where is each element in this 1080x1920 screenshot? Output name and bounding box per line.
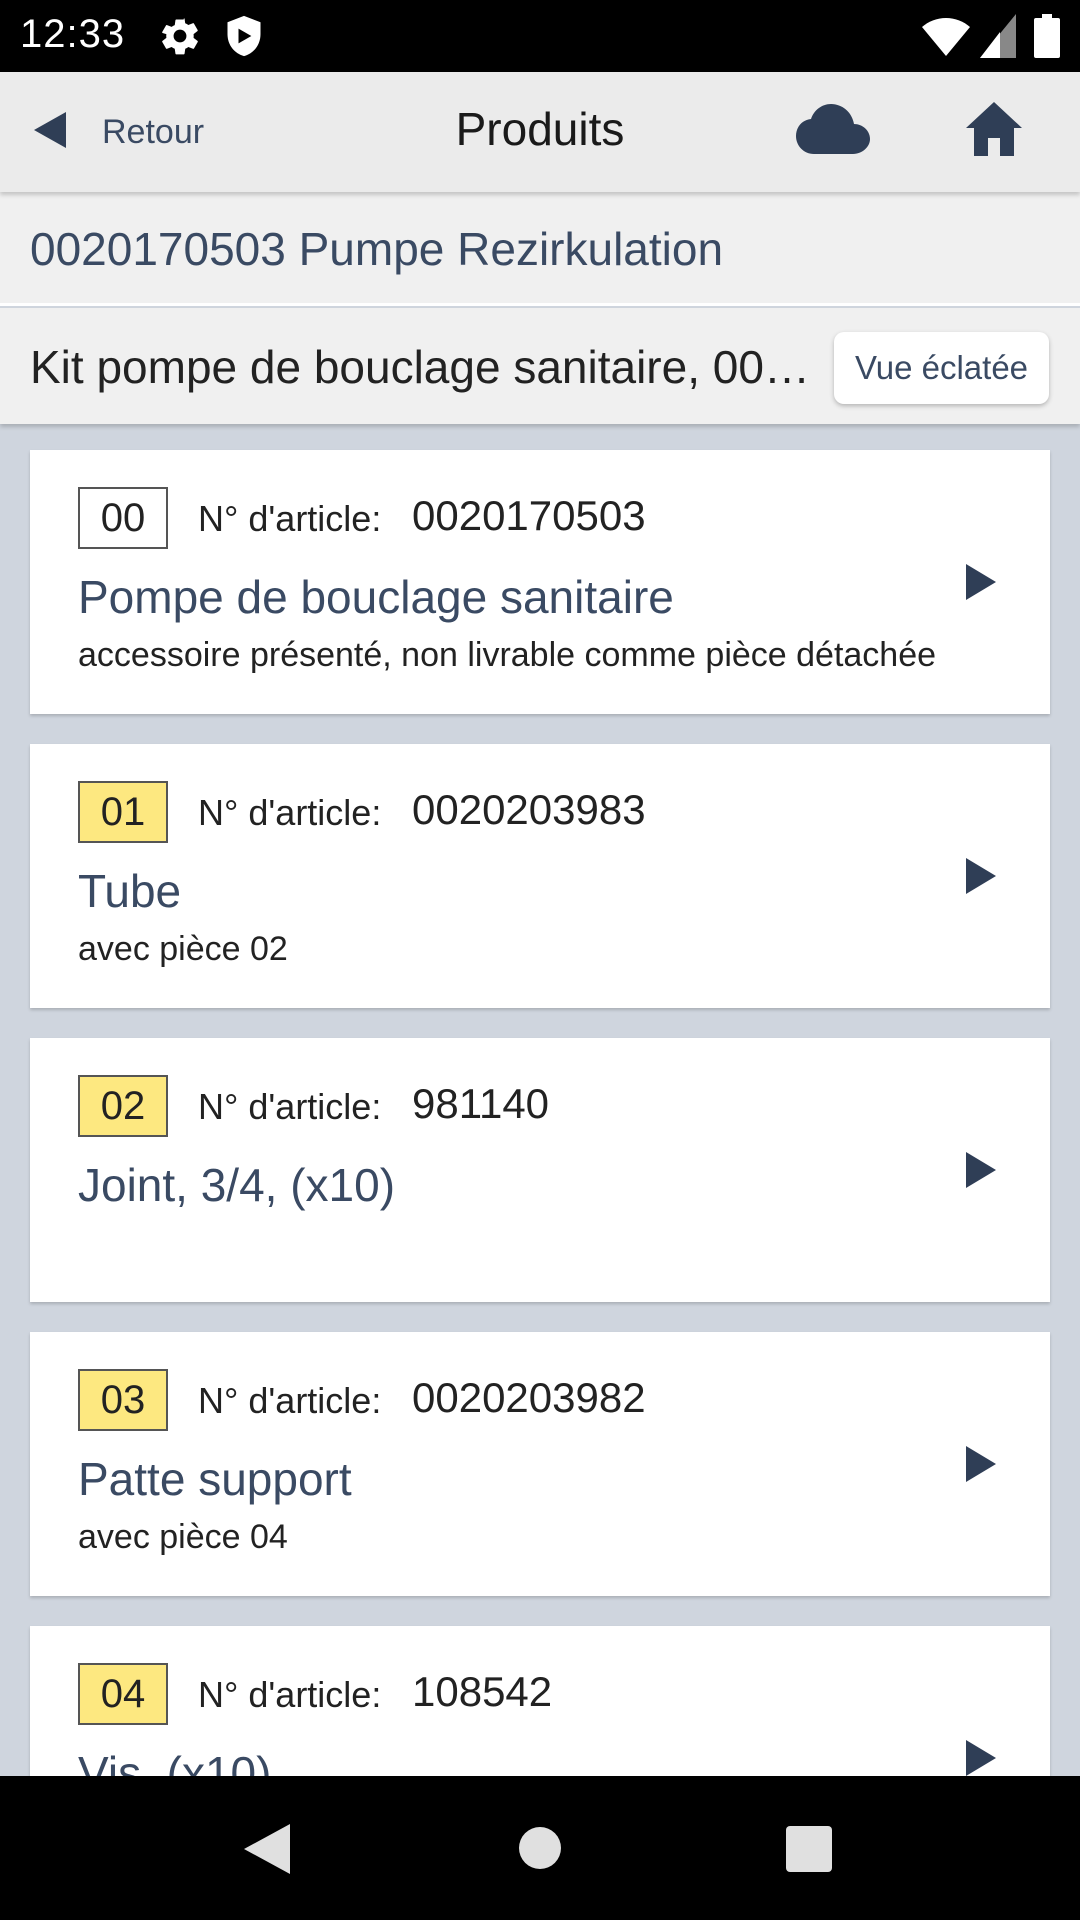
- chevron-right-icon: [966, 564, 996, 600]
- article-label: N° d'article:: [198, 498, 382, 539]
- article-number: 0020170503: [412, 492, 646, 539]
- status-time: 12:33: [20, 12, 126, 56]
- position-badge: 04: [78, 1663, 168, 1725]
- part-description: avec pièce 04: [78, 1518, 288, 1556]
- signal-icon: [980, 14, 1016, 63]
- part-description: accessoire présenté, non livrable comme …: [78, 636, 937, 674]
- product-title: 0020170503 Pumpe Rezirkulation: [30, 223, 724, 275]
- parts-list[interactable]: 00 N° d'article: 0020170503 Pompe de bou…: [0, 424, 1080, 1776]
- battery-icon: [1034, 14, 1060, 63]
- list-item[interactable]: 01 N° d'article: 0020203983 Tube avec pi…: [30, 744, 1050, 1008]
- nav-recents-icon[interactable]: [786, 1826, 832, 1877]
- list-item[interactable]: 00 N° d'article: 0020170503 Pompe de bou…: [30, 450, 1050, 714]
- nav-home-icon[interactable]: [518, 1826, 562, 1875]
- part-description: avec pièce 02: [78, 930, 288, 968]
- wifi-icon: [922, 14, 970, 63]
- list-item[interactable]: 03 N° d'article: 0020203982 Patte suppor…: [30, 1332, 1050, 1596]
- article-number: 0020203982: [412, 1374, 646, 1421]
- chevron-right-icon: [966, 1446, 996, 1482]
- page-title: Produits: [455, 103, 625, 155]
- article-number: 108542: [412, 1668, 553, 1715]
- chevron-right-icon: [966, 1152, 996, 1188]
- cloud-button[interactable]: [796, 102, 870, 163]
- chevron-right-icon: [966, 1740, 996, 1776]
- gear-icon: [158, 14, 202, 63]
- article-number: 981140: [412, 1080, 550, 1127]
- position-badge: 03: [78, 1369, 168, 1431]
- part-name: Tube: [78, 865, 182, 917]
- nav-back-icon[interactable]: [244, 1824, 290, 1879]
- cloud-icon: [796, 104, 870, 162]
- shield-icon: [224, 14, 264, 63]
- part-name: Vis, (x10): [78, 1747, 272, 1776]
- part-name: Joint, 3/4, (x10): [78, 1159, 396, 1211]
- status-bar: 12:33: [0, 0, 1080, 72]
- list-item[interactable]: 04 N° d'article: 108542 Vis, (x10): [30, 1626, 1050, 1776]
- part-name: Patte support: [78, 1453, 352, 1505]
- position-badge: 00: [78, 487, 168, 549]
- list-item[interactable]: 02 N° d'article: 981140 Joint, 3/4, (x10…: [30, 1038, 1050, 1302]
- article-label: N° d'article:: [198, 1086, 382, 1127]
- product-header: 0020170503 Pumpe Rezirkulation: [0, 192, 1080, 306]
- article-number: 0020203983: [412, 786, 646, 833]
- position-badge: 01: [78, 781, 168, 843]
- system-nav-bar: [0, 1776, 1080, 1920]
- position-badge: 02: [78, 1075, 168, 1137]
- exploded-view-button[interactable]: Vue éclatée: [834, 332, 1049, 404]
- article-label: N° d'article:: [198, 1380, 382, 1421]
- article-label: N° d'article:: [198, 792, 382, 833]
- top-app-bar: Retour Produits: [0, 72, 1080, 192]
- home-icon: [966, 102, 1022, 162]
- chevron-right-icon: [966, 858, 996, 894]
- article-label: N° d'article:: [198, 1674, 382, 1715]
- kit-title: Kit pompe de bouclage sanitaire, 0020170…: [30, 341, 825, 393]
- part-name: Pompe de bouclage sanitaire: [78, 571, 674, 623]
- kit-header: Kit pompe de bouclage sanitaire, 0020170…: [0, 308, 1080, 424]
- home-button[interactable]: [966, 100, 1022, 163]
